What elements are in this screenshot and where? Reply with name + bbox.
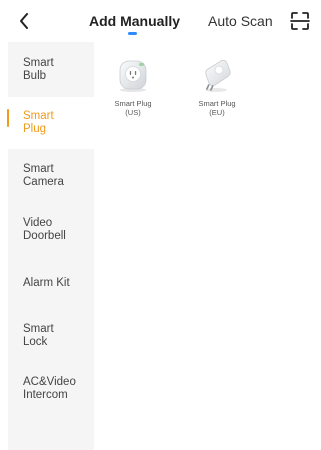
sidebar-item-smart-camera[interactable]: Smart Camera [8,149,94,201]
chevron-left-icon [20,13,28,29]
sidebar-item-label: Smart [23,110,54,122]
sidebar-item-label: Smart [23,57,54,69]
tab-auto-scan[interactable]: Auto Scan [208,13,273,29]
sidebar-item-smart-bulb[interactable]: Smart Bulb [8,42,94,94]
sidebar-item-label: Plug [23,123,47,135]
sidebar-item-label: Alarm Kit [23,277,70,289]
active-tab-indicator [128,32,137,35]
product-name: Smart Plug (EU) [198,99,236,117]
back-button[interactable] [14,10,34,32]
sidebar-item-label: Video [23,217,53,229]
smart-plug-us-icon [115,57,151,93]
scan-button[interactable] [290,11,310,31]
sidebar-item-alarm-kit[interactable]: Alarm Kit [8,257,94,309]
sidebar-item-smart-plug[interactable]: Smart Plug [7,97,94,149]
sidebar-item-label: Doorbell [23,230,66,242]
sidebar-item-video-doorbell[interactable]: Video Doorbell [8,203,94,255]
sidebar-item-label: Smart [23,323,54,335]
sidebar-item-ac-video-intercom[interactable]: AC&Video Intercom [8,365,94,417]
smart-plug-eu-icon [199,57,235,93]
top-bar: Add Manually Auto Scan [0,0,321,40]
tab-add-manually[interactable]: Add Manually [89,13,180,29]
active-category-marker [7,109,9,127]
sidebar-item-label: Camera [23,176,64,188]
sidebar-item-label: Smart [23,163,54,175]
sidebar-item-smart-lock[interactable]: Smart Lock [8,311,94,363]
sidebar-item-label: Lock [23,336,48,348]
product-name: Smart Plug (US) [114,99,152,117]
scan-frame-icon [290,12,310,30]
category-sidebar: Smart Bulb Smart Plug Smart Camera Video… [7,42,94,450]
sidebar-item-label: Intercom [23,389,68,401]
sidebar-item-label: Bulb [23,70,47,82]
sidebar-item-label: AC&Video [23,376,76,388]
